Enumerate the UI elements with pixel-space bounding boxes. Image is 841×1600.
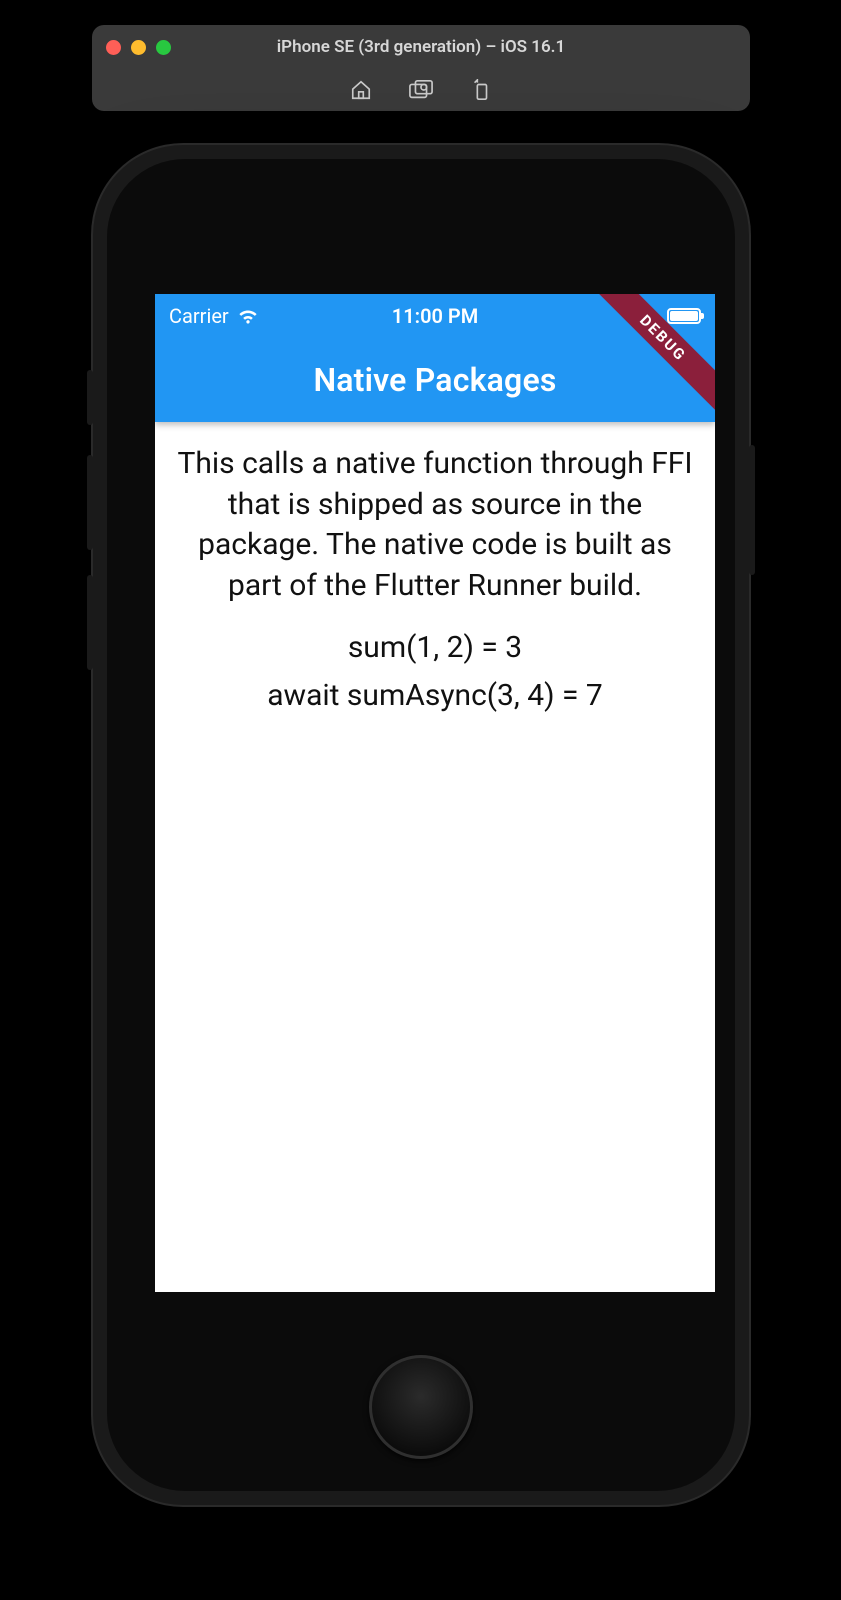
mute-switch[interactable] xyxy=(87,370,93,425)
battery-icon xyxy=(667,308,701,324)
description-text: This calls a native function through FFI… xyxy=(173,444,697,606)
carrier-label: Carrier xyxy=(169,304,229,328)
device-screen: Carrier 11:00 PM Native Pa xyxy=(155,294,715,1292)
home-button[interactable] xyxy=(369,1355,473,1459)
simulator-toolbar: iPhone SE (3rd generation) – iOS 16.1 xyxy=(92,25,750,111)
window-minimize-button[interactable] xyxy=(131,40,146,55)
page-title: Native Packages xyxy=(155,338,715,422)
sum-result: sum(1, 2) = 3 xyxy=(173,624,697,672)
simulator-window-title: iPhone SE (3rd generation) – iOS 16.1 xyxy=(92,37,750,57)
wifi-icon xyxy=(237,308,259,324)
status-right xyxy=(667,308,701,324)
app-bar: Carrier 11:00 PM Native Pa xyxy=(155,294,715,422)
iphone-device-frame: Carrier 11:00 PM Native Pa xyxy=(93,145,749,1505)
device-bezel: Carrier 11:00 PM Native Pa xyxy=(107,159,735,1491)
simulator-titlebar[interactable]: iPhone SE (3rd generation) – iOS 16.1 xyxy=(92,25,750,69)
home-icon[interactable] xyxy=(349,78,373,102)
volume-up-button[interactable] xyxy=(87,455,93,550)
battery-fill xyxy=(670,311,698,321)
app-body: This calls a native function through FFI… xyxy=(155,422,715,742)
rotate-icon[interactable] xyxy=(469,78,493,102)
status-bar: Carrier 11:00 PM xyxy=(155,294,715,338)
simulator-action-row xyxy=(92,69,750,111)
status-left: Carrier xyxy=(169,304,259,328)
window-traffic-lights xyxy=(106,40,171,55)
window-close-button[interactable] xyxy=(106,40,121,55)
window-zoom-button[interactable] xyxy=(156,40,171,55)
screenshot-icon[interactable] xyxy=(409,78,433,102)
volume-down-button[interactable] xyxy=(87,575,93,670)
side-power-button[interactable] xyxy=(749,445,755,575)
sum-async-result: await sumAsync(3, 4) = 7 xyxy=(173,672,697,720)
